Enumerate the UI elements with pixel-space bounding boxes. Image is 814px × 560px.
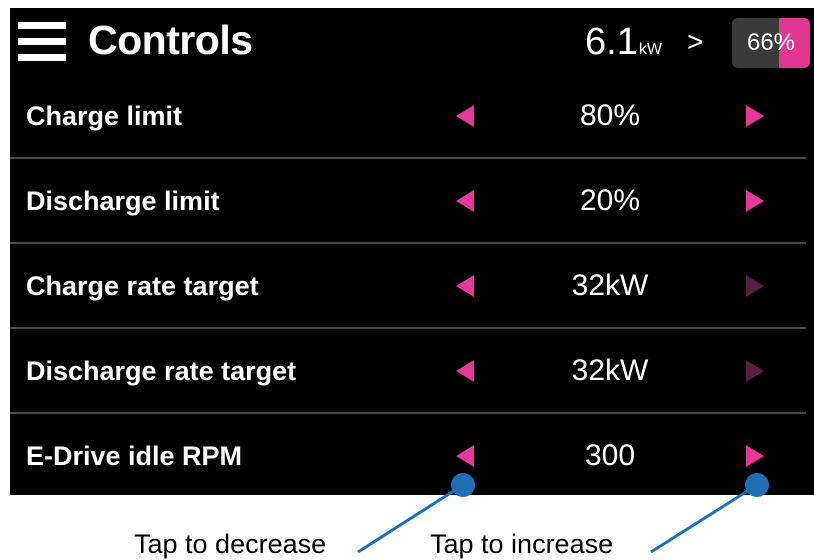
decrease-annotation: Tap to decrease: [134, 529, 327, 559]
callout-lines: [357, 483, 758, 554]
increase-callout-dot: [745, 473, 769, 497]
increase-callout-line: [650, 483, 758, 554]
increase-annotation: Tap to increase: [430, 529, 614, 559]
decrease-callout-dot: [451, 473, 475, 497]
